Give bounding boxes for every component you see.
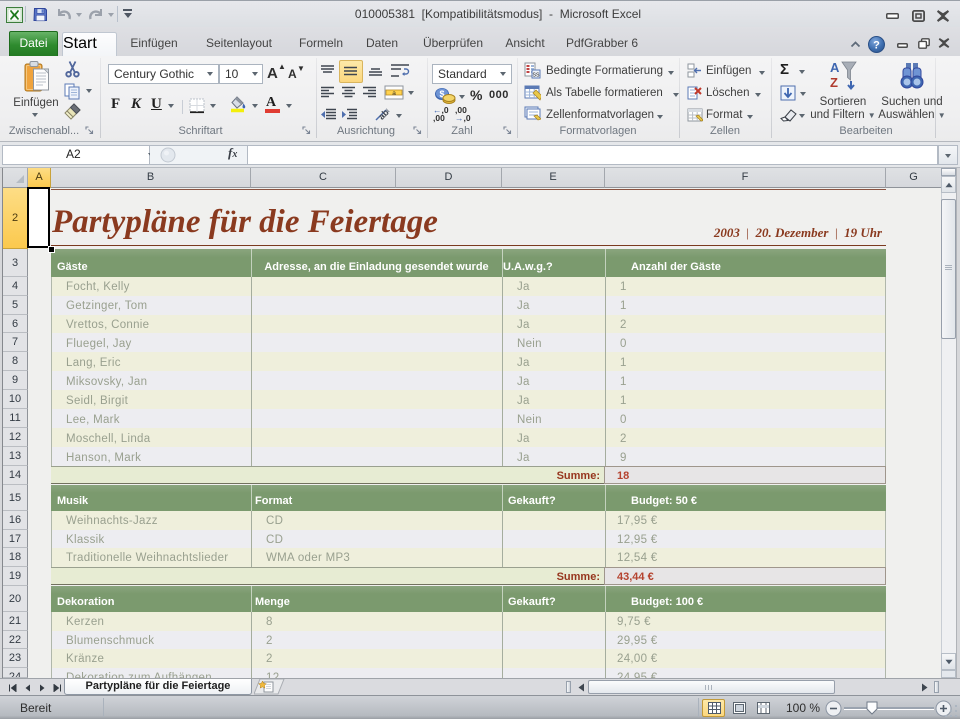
svg-text:A: A <box>830 60 840 75</box>
svg-text:ss: ss <box>533 72 541 79</box>
svg-text:ab: ab <box>376 107 391 122</box>
svg-text:?: ? <box>873 40 880 52</box>
svg-text:a: a <box>392 90 396 97</box>
svg-text:Z: Z <box>830 75 838 90</box>
